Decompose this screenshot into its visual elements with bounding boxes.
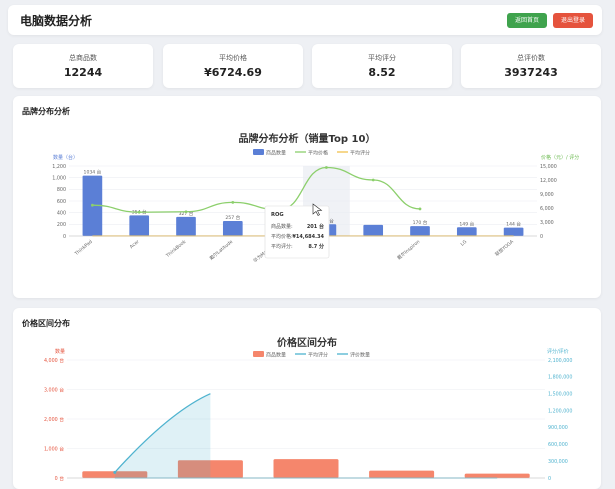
y-tick-label: 3,000 台 bbox=[44, 386, 64, 393]
y-tick-label: 1,000 台 bbox=[44, 445, 64, 452]
bar-value-label: 170 台 bbox=[413, 219, 428, 226]
y-right-tick-label: 600,000 bbox=[548, 442, 568, 448]
y-right-tick-label: 300,000 bbox=[548, 459, 568, 465]
data-point bbox=[325, 166, 328, 169]
brand-chart[interactable]: 品牌分布分析（销量Top 10） 商品数量 平均价格 平均评分数量（台） 价格（元）/ … bbox=[13, 96, 601, 298]
x-tick-label: Acer bbox=[129, 239, 141, 250]
bar bbox=[410, 226, 430, 236]
legend-marker bbox=[253, 351, 264, 357]
legend-label: 平均评分 bbox=[308, 352, 328, 359]
y-axis-title: 数量 bbox=[55, 348, 65, 355]
x-tick-label: 戴尔Latitude bbox=[208, 238, 234, 262]
x-tick-label: 联想YOGA bbox=[493, 238, 515, 258]
legend-label: 评价数量 bbox=[350, 352, 370, 359]
series-line-average-price bbox=[92, 166, 421, 213]
stat-label: 平均价格 bbox=[219, 54, 247, 62]
y-tick-label: 400 bbox=[57, 210, 66, 216]
stat-label: 平均评分 bbox=[368, 54, 396, 62]
data-point bbox=[371, 178, 375, 182]
legend-marker bbox=[253, 149, 264, 155]
bar bbox=[363, 224, 384, 236]
page-title: 电脑数据分析 bbox=[20, 14, 93, 28]
bar bbox=[369, 470, 435, 478]
stat-card-average-price: 平均价格 ¥6724.69 bbox=[163, 44, 303, 88]
bar-value-label: 144 台 bbox=[506, 221, 521, 228]
stat-value: 8.52 bbox=[368, 66, 396, 79]
y-right-tick-label: 1,500,000 bbox=[548, 392, 572, 398]
back-home-button[interactable]: 返回首页 bbox=[507, 13, 547, 28]
y-right-tick-label: 1,800,000 bbox=[548, 375, 572, 381]
y-tick-label: 200 bbox=[57, 222, 66, 228]
tooltip-value: ¥14,684.34 bbox=[292, 234, 324, 240]
y-right-tick-label: 6,000 bbox=[540, 206, 554, 212]
tooltip-label: 商品数量: bbox=[271, 223, 293, 230]
y-right-tick-label: 900,000 bbox=[548, 425, 568, 431]
header-bar: 电脑数据分析 返回首页 退出登录 bbox=[8, 5, 602, 35]
stat-value: ¥6724.69 bbox=[204, 66, 262, 79]
y-right-tick-label: 3,000 bbox=[540, 220, 554, 226]
bar bbox=[129, 215, 150, 236]
legend-label: 商品数量 bbox=[266, 352, 286, 359]
y-axis-title: 数量（台） bbox=[53, 154, 78, 161]
x-tick-label: ThinkBook bbox=[164, 239, 187, 260]
chart-title: 品牌分布分析（销量Top 10） bbox=[239, 132, 376, 145]
y-right-tick-label: 12,000 bbox=[540, 178, 557, 184]
stat-value: 3937243 bbox=[504, 66, 558, 79]
bar bbox=[176, 216, 196, 236]
y-tick-label: 4,000 台 bbox=[44, 357, 64, 364]
bar-value-label: 1034 台 bbox=[84, 169, 102, 176]
data-point bbox=[91, 203, 94, 207]
price-distribution-section: 价格区间分布 价格区间分布 商品数量 平均评分 评价数量 数量 评分/评价 0 台 1,000… bbox=[13, 308, 601, 489]
data-point bbox=[137, 210, 141, 214]
data-point bbox=[418, 207, 422, 211]
y-tick-label: 600 bbox=[57, 199, 66, 205]
y-tick-label: 800 bbox=[57, 187, 66, 193]
x-tick-label: 戴尔Inspiron bbox=[396, 238, 422, 261]
legend-label: 平均价格 bbox=[308, 150, 328, 157]
y-right-tick-label: 1,200,000 bbox=[548, 408, 572, 414]
stat-label: 总商品数 bbox=[69, 54, 97, 62]
bar-value-label: 149 台 bbox=[459, 220, 474, 227]
y-tick-label: 1,000 bbox=[52, 175, 66, 181]
tooltip-label: 平均价格: bbox=[271, 233, 293, 240]
bar bbox=[464, 473, 530, 478]
y-tick-label: 2,000 台 bbox=[44, 416, 64, 423]
bar bbox=[273, 459, 339, 478]
y-right-tick-label: 9,000 bbox=[540, 192, 554, 198]
y-axis-right-title: 价格（元）/ 评分 bbox=[541, 154, 579, 161]
stat-value: 12244 bbox=[63, 66, 103, 79]
legend-label: 商品数量 bbox=[266, 150, 286, 157]
logout-button[interactable]: 退出登录 bbox=[553, 13, 593, 28]
data-point bbox=[113, 470, 117, 474]
y-tick-label: 0 台 bbox=[55, 475, 65, 482]
tooltip-value: 8.7 分 bbox=[308, 243, 324, 250]
price-chart[interactable]: 价格区间分布商品数量 平均评分 评价数量 数量 评分/评价 0 台 1,000 台 2,000… bbox=[13, 308, 601, 489]
data-point bbox=[184, 210, 188, 214]
stat-card-total-products: 总商品数 12244 bbox=[13, 44, 153, 88]
y-tick-label: 0 bbox=[63, 234, 66, 240]
chart-title: 价格区间分布 bbox=[277, 336, 337, 349]
y-axis-right-title: 评分/评价 bbox=[547, 348, 569, 355]
bar bbox=[222, 221, 243, 236]
stat-card-total-reviews: 总评价数 3937243 bbox=[461, 44, 601, 88]
y-right-tick-label: 0 bbox=[540, 234, 543, 240]
y-tick-label: 1,200 bbox=[52, 164, 66, 170]
legend-label: 平均评分 bbox=[350, 150, 370, 157]
x-tick-label: ThinkPad bbox=[73, 239, 94, 258]
stat-label: 总评价数 bbox=[517, 54, 545, 62]
y-right-tick-label: 0 bbox=[548, 476, 551, 482]
y-right-tick-label: 2,100,000 bbox=[548, 358, 572, 364]
data-point bbox=[231, 201, 235, 204]
tooltip-value: 201 台 bbox=[307, 223, 324, 230]
x-tick-label: LG bbox=[460, 239, 469, 248]
series-area-review-count bbox=[114, 393, 211, 478]
bar-value-label: 257 台 bbox=[225, 214, 240, 221]
stat-card-average-rating: 平均评分 8.52 bbox=[312, 44, 452, 88]
brand-distribution-section: 品牌分布分析 品牌分布分析（销量Top 10） 商品数量 平均价格 平均评分 数量（台）… bbox=[13, 96, 601, 298]
y-right-tick-label: 15,000 bbox=[540, 164, 557, 170]
bar bbox=[503, 227, 524, 236]
tooltip-title: ROG bbox=[271, 212, 284, 218]
tooltip-label: 平均评分: bbox=[271, 243, 293, 250]
bar bbox=[456, 227, 477, 236]
